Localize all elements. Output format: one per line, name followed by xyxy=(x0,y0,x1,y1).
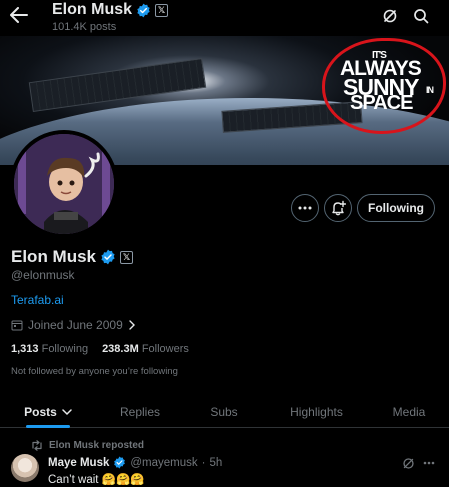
tab-replies[interactable]: Replies xyxy=(96,396,184,427)
search-icon[interactable] xyxy=(411,6,431,26)
profile-name: Elon Musk xyxy=(11,247,97,266)
verified-badge-icon[interactable] xyxy=(100,249,116,265)
following-count: 1,313 xyxy=(11,343,39,355)
tab-posts[interactable]: Posts xyxy=(0,396,96,428)
header-title: Elon Musk 𝕏 xyxy=(52,1,169,19)
tab-replies-label: Replies xyxy=(119,404,161,419)
tab-media-label: Media xyxy=(392,404,426,419)
post-author-name[interactable]: Maye Musk xyxy=(48,457,109,469)
grok-icon[interactable] xyxy=(400,456,416,470)
banner-text-in: IN xyxy=(426,85,434,95)
more-dots-icon xyxy=(298,206,312,210)
post-time[interactable]: 5h xyxy=(209,457,222,469)
avatar-illustration xyxy=(14,134,114,234)
repost-label: Elon Musk reposted xyxy=(49,440,145,451)
tab-highlights-label: Highlights xyxy=(290,404,343,419)
profile-handle: @elonmusk xyxy=(11,268,75,282)
profile-name-row: Elon Musk 𝕏 xyxy=(11,247,134,267)
tab-subs[interactable]: Subs xyxy=(184,396,264,427)
profile-tabs: Posts Replies Subs Highlights Media xyxy=(0,396,449,428)
following-button[interactable]: Following xyxy=(357,194,435,222)
chevron-down-icon[interactable] xyxy=(62,408,72,416)
post-author-handle[interactable]: @mayemusk xyxy=(130,457,197,469)
repost-indicator: Elon Musk reposted xyxy=(31,440,144,451)
post-text: Can’t wait 🤗🤗🤗 xyxy=(48,474,145,486)
followers-label: Followers xyxy=(141,343,189,355)
following-stat[interactable]: 1,313 Following xyxy=(11,343,88,355)
followers-count: 238.3M xyxy=(102,343,139,355)
more-options-button[interactable] xyxy=(291,194,319,222)
tab-highlights[interactable]: Highlights xyxy=(264,396,369,427)
x-affiliation-badge-icon: 𝕏 xyxy=(155,3,169,17)
tab-media[interactable]: Media xyxy=(369,396,449,427)
verified-badge-icon xyxy=(137,3,150,17)
followers-stat[interactable]: 238.3M Followers xyxy=(102,343,189,355)
post-header: Maye Musk @mayemusk · 5h xyxy=(48,456,222,469)
not-followed-note: Not followed by anyone you’re following xyxy=(11,366,178,377)
repost-icon xyxy=(32,440,42,451)
x-affiliation-badge-icon[interactable]: 𝕏 xyxy=(120,250,134,264)
post-separator: · xyxy=(201,456,206,469)
profile-avatar[interactable] xyxy=(10,130,118,238)
profile-header: Elon Musk 𝕏 101.4K posts xyxy=(0,0,449,36)
tab-subs-label: Subs xyxy=(210,404,238,419)
following-label: Following xyxy=(41,343,89,355)
chevron-right-icon[interactable] xyxy=(128,320,136,330)
post-more-icon[interactable] xyxy=(421,456,437,470)
grok-icon[interactable] xyxy=(380,6,400,26)
follow-stats: 1,313 Following 238.3M Followers xyxy=(11,343,189,355)
bell-plus-icon xyxy=(332,200,346,216)
joined-date: Joined June 2009 xyxy=(28,318,123,332)
tab-posts-label: Posts xyxy=(24,404,57,419)
verified-badge-icon xyxy=(114,456,126,469)
header-name: Elon Musk xyxy=(52,1,133,18)
post-author-avatar[interactable] xyxy=(11,454,39,482)
back-arrow-icon[interactable] xyxy=(8,4,30,26)
banner-text-space: SPACE xyxy=(350,92,413,114)
calendar-icon xyxy=(11,320,23,331)
profile-website-link[interactable]: Terafab.ai xyxy=(11,293,64,307)
header-posts-count: 101.4K posts xyxy=(52,21,117,33)
notifications-button[interactable] xyxy=(324,194,352,222)
active-tab-indicator xyxy=(26,425,70,428)
profile-joined: Joined June 2009 xyxy=(11,318,136,332)
